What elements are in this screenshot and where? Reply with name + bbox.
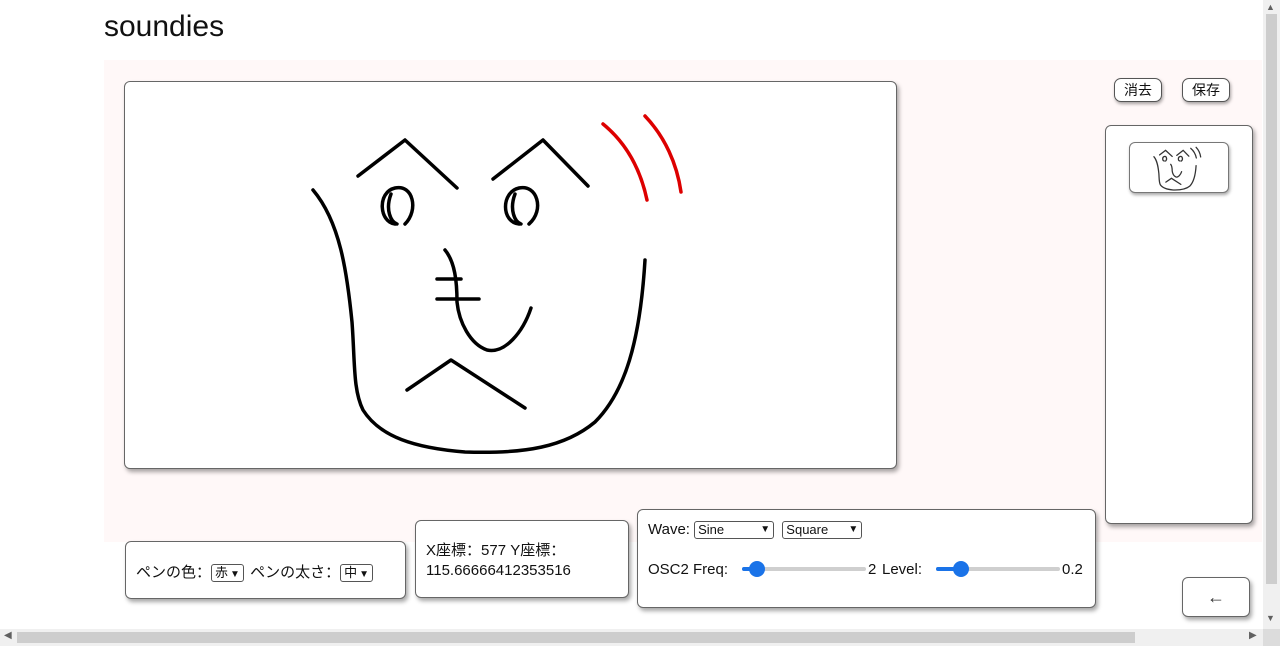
level-slider[interactable] [936, 561, 1060, 577]
thumbnail-image [1153, 146, 1202, 191]
stroke-red-mark-2 [643, 114, 683, 194]
back-arrow-icon: ← [1207, 587, 1225, 607]
wave-label: Wave: [648, 521, 690, 538]
save-button[interactable]: 保存 [1182, 78, 1230, 102]
saved-drawings-panel [1105, 125, 1253, 524]
back-button[interactable]: ← [1182, 577, 1250, 617]
stroke-right-eye [503, 185, 540, 226]
stroke-mouth [405, 358, 527, 410]
chevron-down-icon: ▼ [760, 524, 771, 536]
osc2-freq-value: 2 [868, 561, 877, 578]
app-title: soundies [104, 10, 225, 43]
coordinates-line-2: 115.66666412353516 [426, 562, 571, 579]
stroke-right-eyebrow [491, 138, 590, 188]
scroll-up-icon[interactable]: ▲ [1266, 2, 1275, 12]
drawing-strokes [311, 114, 683, 455]
chevron-down-icon: ▼ [230, 569, 240, 581]
osc2-freq-slider-handle[interactable] [748, 561, 765, 577]
clear-button[interactable]: 消去 [1114, 78, 1162, 102]
wave1-value: Sine [698, 522, 725, 538]
osc2-freq-label: OSC2 Freq: [648, 561, 729, 578]
pen-size-label: ペンの太さ： [250, 564, 341, 581]
pen-color-select[interactable]: 赤 ▼ [211, 564, 244, 583]
scroll-left-icon[interactable]: ◀ [4, 630, 12, 641]
horizontal-scrollbar-thumb[interactable] [17, 632, 1135, 643]
synth-settings-panel: Wave: Sine ▼ Square ▼ OSC2 Freq: 2 Level: … [637, 509, 1096, 608]
chevron-down-icon: ▼ [359, 569, 370, 581]
scrollbar-corner [1263, 629, 1280, 646]
wave1-select[interactable]: Sine ▼ [694, 521, 775, 540]
stroke-left-eye [380, 185, 415, 226]
vertical-scrollbar-thumb[interactable] [1266, 14, 1277, 584]
coordinates-panel: X座標：577 Y座標： 115.66666412353516 [415, 520, 629, 598]
drawing-canvas[interactable] [124, 81, 897, 469]
pen-color-value: 赤 [215, 565, 229, 581]
pen-size-value: 中 [344, 565, 358, 581]
level-value: 0.2 [1062, 561, 1083, 578]
level-label: Level: [882, 561, 923, 578]
scroll-right-icon[interactable]: ▶ [1249, 630, 1257, 641]
chevron-down-icon: ▼ [848, 524, 859, 536]
stroke-face-outline [311, 188, 647, 455]
stroke-red-mark-1 [601, 122, 649, 202]
stroke-left-eyebrow [356, 138, 459, 190]
wave2-value: Square [786, 522, 829, 538]
wave2-select[interactable]: Square ▼ [782, 521, 863, 540]
scroll-down-icon[interactable]: ▼ [1266, 613, 1275, 623]
coordinates-line-1: X座標：577 Y座標： [426, 542, 566, 559]
pen-size-select[interactable]: 中 ▼ [340, 564, 374, 583]
pen-settings-panel: ペンの色：赤 ▼ ペンの太さ：中 ▼ [125, 541, 406, 599]
saved-drawing-thumbnail[interactable] [1129, 142, 1229, 193]
osc2-freq-slider[interactable] [742, 561, 866, 577]
level-slider-handle[interactable] [952, 561, 969, 577]
pen-color-label: ペンの色： [136, 564, 212, 581]
